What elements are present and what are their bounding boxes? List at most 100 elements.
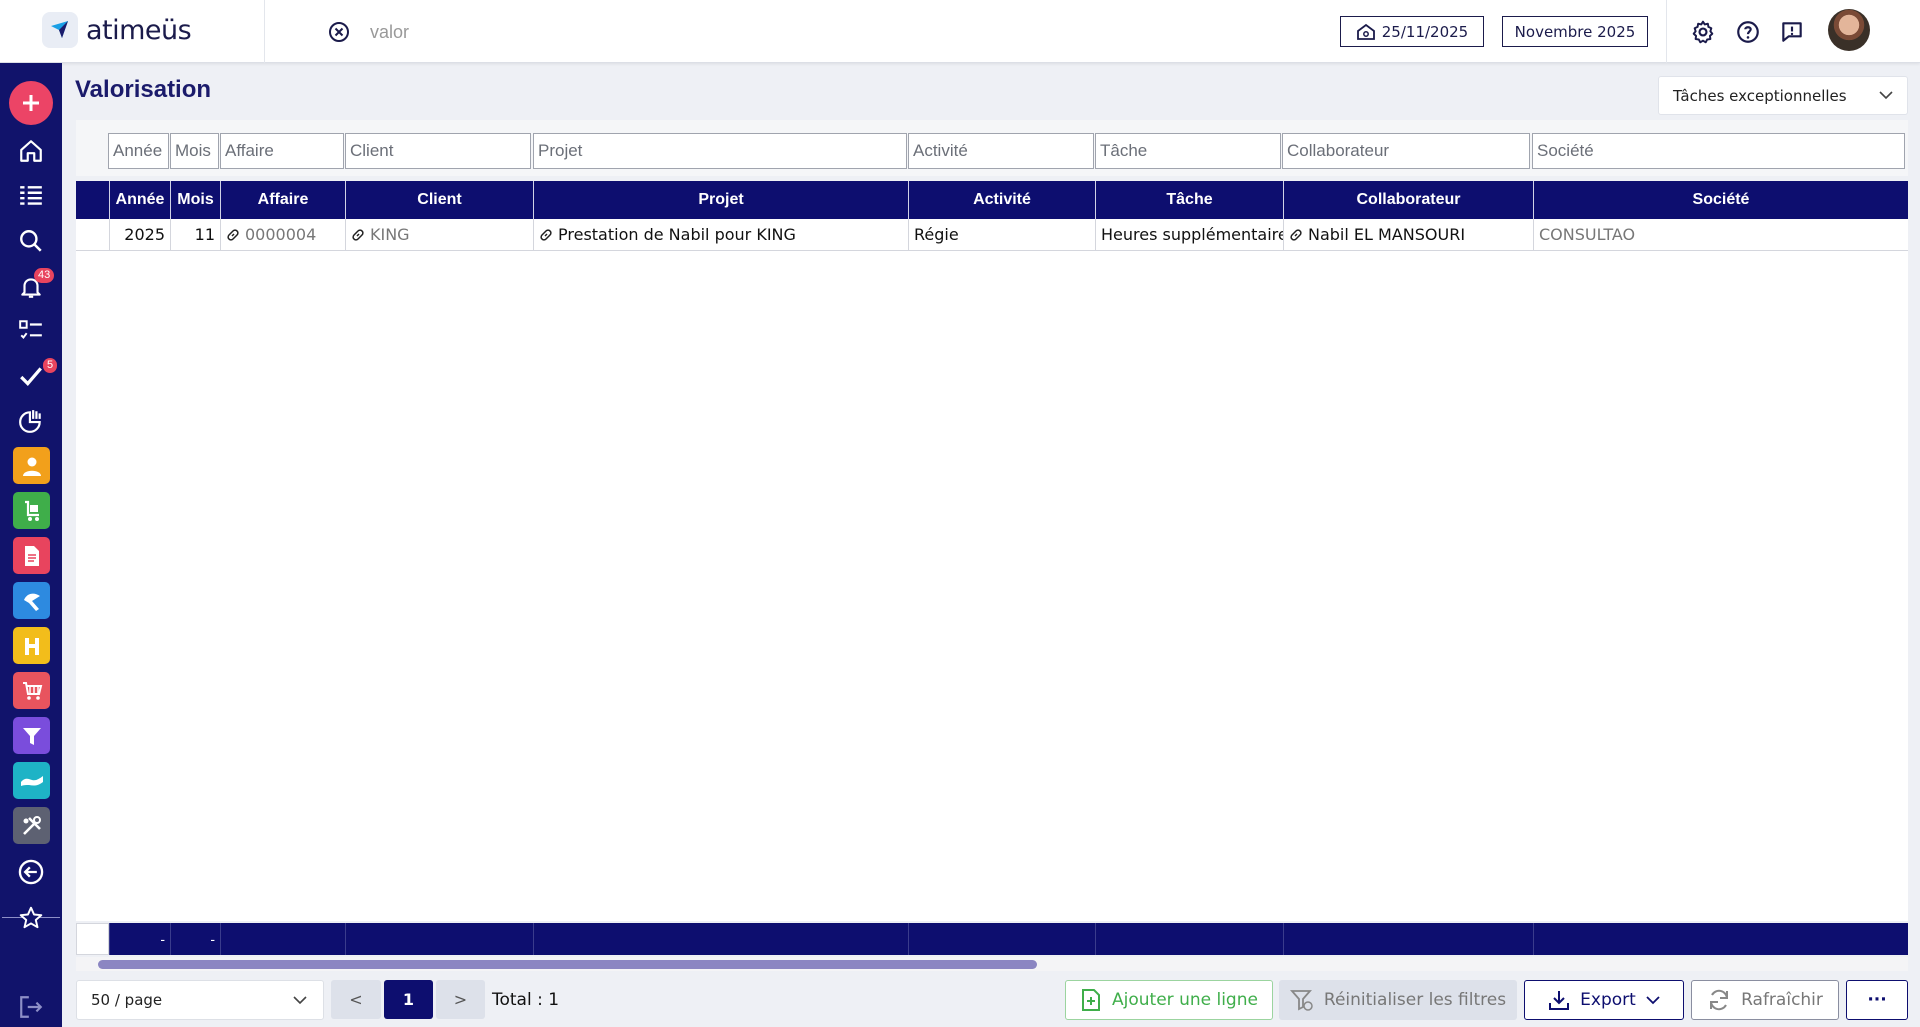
scrollbar-thumb[interactable] (98, 960, 1037, 969)
column-filters (76, 120, 1908, 176)
shop-app-icon[interactable] (13, 672, 50, 709)
calendar-home-icon (1356, 23, 1375, 40)
cell-mois: 11 (170, 219, 220, 250)
cell-affaire[interactable]: 0000004 (220, 219, 345, 250)
date-button[interactable]: 25/11/2025 (1340, 16, 1484, 47)
header-divider (264, 0, 265, 63)
column-header-client[interactable]: Client (345, 181, 533, 219)
filter-affaire-input[interactable] (220, 133, 344, 169)
footer-annee: - (109, 923, 170, 955)
export-button[interactable]: Export (1524, 980, 1684, 1020)
filter-tache-input[interactable] (1095, 133, 1281, 169)
filter-mois-input[interactable] (170, 133, 219, 169)
column-header-activite[interactable]: Activité (908, 181, 1095, 219)
date-label: 25/11/2025 (1381, 22, 1469, 41)
list-icon[interactable] (10, 176, 52, 216)
users-app-icon[interactable] (13, 447, 50, 484)
user-avatar[interactable] (1828, 9, 1870, 51)
table-row[interactable]: 2025 11 0000004 KING Prestation de Nabil… (76, 219, 1908, 251)
page-title: Valorisation (75, 76, 212, 103)
column-header-societe[interactable]: Société (1533, 181, 1908, 219)
refresh-icon (1710, 989, 1729, 1011)
footer-cell (345, 923, 533, 955)
table-header: Année Mois Affaire Client Projet Activit… (76, 181, 1908, 219)
link-icon (227, 228, 239, 241)
month-button[interactable]: Novembre 2025 (1502, 16, 1648, 47)
column-header-annee[interactable]: Année (109, 181, 170, 219)
footer-cell (1533, 923, 1908, 955)
reset-filters-button[interactable]: Réinitialiser les filtres (1279, 980, 1517, 1020)
cell-client[interactable]: KING (345, 219, 533, 250)
sidebar: 43 5 (0, 63, 62, 1027)
add-line-button[interactable]: Ajouter une ligne (1065, 980, 1273, 1020)
gear-icon[interactable] (1690, 19, 1716, 45)
notifications-badge: 43 (34, 268, 55, 283)
download-icon (1549, 991, 1570, 1010)
footer-cell (533, 923, 908, 955)
link-icon (1290, 228, 1302, 241)
tools-app-icon[interactable] (13, 582, 50, 619)
affaire-link[interactable]: 0000004 (245, 225, 316, 244)
column-header-collaborateur[interactable]: Collaborateur (1283, 181, 1533, 219)
filter-collaborateur-input[interactable] (1282, 133, 1530, 169)
header-divider (1666, 0, 1667, 63)
column-header-mois[interactable]: Mois (170, 181, 220, 219)
refresh-button[interactable]: Rafraîchir (1691, 980, 1839, 1020)
footer-cell (908, 923, 1095, 955)
total-count: Total : 1 (492, 990, 560, 1010)
feedback-icon[interactable] (1779, 19, 1805, 45)
more-options-button[interactable]: ··· (1846, 980, 1908, 1020)
document-app-icon[interactable] (13, 537, 50, 574)
favorite-star-icon[interactable] (10, 898, 52, 938)
reset-filters-label: Réinitialiser les filtres (1323, 990, 1507, 1010)
cell-projet[interactable]: Prestation de Nabil pour KING (533, 219, 908, 250)
search-icon[interactable] (10, 221, 52, 261)
link-icon (352, 228, 364, 241)
analytics-chart-icon[interactable] (10, 401, 52, 441)
client-link[interactable]: KING (370, 225, 410, 244)
next-page-button[interactable]: > (436, 980, 485, 1019)
home-icon[interactable] (10, 131, 52, 171)
column-header-projet[interactable]: Projet (533, 181, 908, 219)
clear-search-icon[interactable] (327, 20, 351, 44)
checklist-icon[interactable] (10, 311, 52, 351)
current-page-button[interactable]: 1 (384, 980, 433, 1019)
column-header-tache[interactable]: Tâche (1095, 181, 1283, 219)
page-size-select[interactable]: 50 / page (76, 980, 324, 1020)
logout-icon[interactable] (10, 987, 52, 1027)
filter-societe-input[interactable] (1532, 133, 1905, 169)
add-document-icon (1082, 989, 1101, 1011)
building-app-icon[interactable] (13, 627, 50, 664)
filter-annee-input[interactable] (108, 133, 169, 169)
export-label: Export (1580, 990, 1636, 1010)
add-icon[interactable] (9, 81, 53, 125)
filter-projet-input[interactable] (533, 133, 907, 169)
help-icon[interactable] (1735, 19, 1761, 45)
prev-page-button[interactable]: < (331, 980, 381, 1019)
horizontal-scrollbar[interactable] (76, 957, 1908, 971)
projet-link[interactable]: Prestation de Nabil pour KING (558, 225, 796, 244)
settings-tools-app-icon[interactable] (13, 807, 50, 844)
back-arrow-icon[interactable] (10, 852, 52, 892)
search-input[interactable] (370, 16, 750, 48)
handshake-app-icon[interactable] (13, 762, 50, 799)
collaborateur-link[interactable]: Nabil EL MANSOURI (1308, 225, 1465, 244)
app-logo[interactable]: atimeüs (42, 12, 192, 48)
cell-tache: Heures supplémentaires (1095, 219, 1283, 250)
task-type-select[interactable]: Tâches exceptionnelles (1658, 76, 1908, 115)
page-size-value: 50 / page (91, 991, 163, 1009)
row-selector[interactable] (76, 219, 109, 250)
valorisation-table: Année Mois Affaire Client Projet Activit… (76, 181, 1908, 955)
cell-collaborateur[interactable]: Nabil EL MANSOURI (1283, 219, 1533, 250)
filter-reset-icon (1289, 990, 1313, 1011)
column-header-affaire[interactable]: Affaire (220, 181, 345, 219)
add-line-label: Ajouter une ligne (1112, 990, 1258, 1010)
filter-activite-input[interactable] (908, 133, 1094, 169)
task-type-value: Tâches exceptionnelles (1673, 86, 1847, 105)
cart-app-icon[interactable] (13, 492, 50, 529)
footer-selector-cell (76, 923, 109, 955)
cell-societe: CONSULTAO (1533, 219, 1908, 250)
filter-app-icon[interactable] (13, 717, 50, 754)
cell-annee: 2025 (109, 219, 170, 250)
filter-client-input[interactable] (345, 133, 531, 169)
